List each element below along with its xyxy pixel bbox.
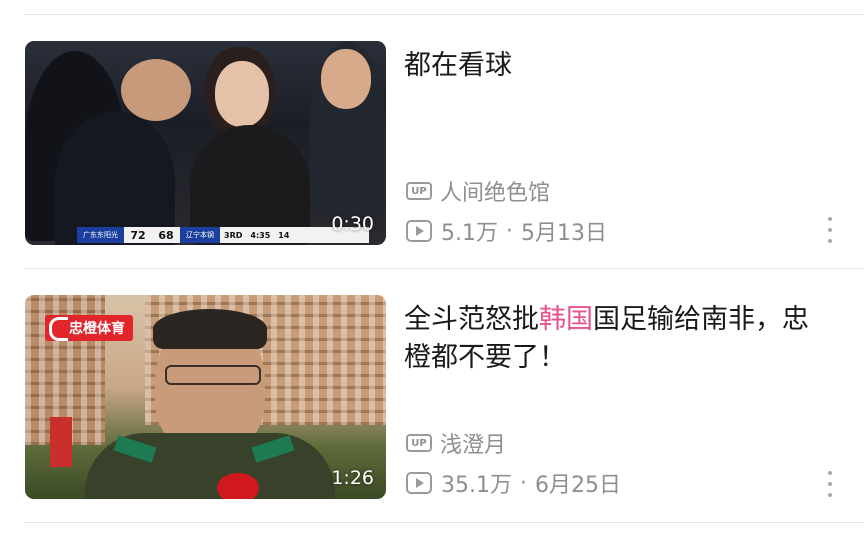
video-thumbnail[interactable]: 广东东阳光 72 68 辽宁本钢 3RD 4:35 14 0:30	[25, 41, 386, 245]
stats-row: 5.1万 · 5月13日	[406, 215, 607, 247]
video-title-highlight: 韩国	[539, 304, 593, 335]
video-thumbnail[interactable]: 忠橙体育 1:26	[25, 295, 386, 499]
shot-clock: 14	[278, 230, 290, 240]
video-title[interactable]: 都在看球	[404, 47, 824, 85]
publish-date: 5月13日	[521, 221, 607, 246]
divider	[25, 14, 864, 15]
divider	[25, 268, 864, 269]
team-a-label: 广东东阳光	[77, 227, 124, 243]
glasses-icon	[165, 365, 261, 385]
video-card[interactable]: 忠橙体育 1:26 全斗范怒批韩国国足输给南非，忠橙都不要了！ UP 浅澄月 3…	[0, 295, 864, 505]
separator: ·	[506, 218, 513, 244]
play-count-icon	[406, 472, 432, 494]
more-vertical-icon[interactable]	[824, 471, 836, 497]
video-card[interactable]: 广东东阳光 72 68 辽宁本钢 3RD 4:35 14 0:30 都在看球 U…	[0, 41, 864, 251]
play-count-icon	[406, 220, 432, 242]
publish-date: 6月25日	[535, 473, 621, 498]
officer-hair	[153, 309, 267, 349]
logo-mark-icon	[49, 317, 68, 341]
up-badge-icon: UP	[406, 182, 432, 200]
score-bar: 广东东阳光 72 68 辽宁本钢 3RD 4:35 14	[77, 227, 369, 243]
more-vertical-icon[interactable]	[824, 217, 836, 243]
team-a-score: 72	[130, 228, 146, 242]
video-title-text: 都在看球	[404, 50, 512, 81]
red-sign	[50, 417, 72, 467]
channel-logo: 忠橙体育	[45, 315, 133, 341]
divider	[25, 522, 864, 523]
video-duration: 1:26	[331, 467, 374, 489]
uploader-row[interactable]: UP 浅澄月	[406, 427, 506, 459]
video-title[interactable]: 全斗范怒批韩国国足输给南非，忠橙都不要了！	[404, 301, 824, 377]
video-duration: 0:30	[331, 213, 374, 235]
uploader-row[interactable]: UP 人间绝色馆	[406, 175, 550, 207]
crowd-figure	[121, 59, 191, 121]
game-clock: 4:35	[250, 230, 271, 240]
view-count: 5.1万	[441, 221, 498, 246]
channel-logo-text: 忠橙体育	[69, 321, 125, 337]
view-count: 35.1万	[441, 473, 512, 498]
video-title-part: 全斗范怒批	[404, 304, 539, 335]
microphone-icon	[217, 473, 259, 499]
team-b-label: 辽宁本钢	[180, 227, 220, 243]
video-feed: 广东东阳光 72 68 辽宁本钢 3RD 4:35 14 0:30 都在看球 U…	[0, 0, 864, 535]
team-b-score: 68	[158, 228, 174, 242]
crowd-figure	[321, 49, 371, 109]
quarter-label: 3RD	[224, 230, 243, 240]
crowd-figure	[215, 61, 269, 127]
uploader-name: 浅澄月	[440, 433, 507, 458]
stats-row: 35.1万 · 6月25日	[406, 467, 621, 499]
crowd-figure	[55, 111, 175, 245]
uploader-name: 人间绝色馆	[440, 181, 551, 206]
separator: ·	[520, 470, 527, 496]
up-badge-icon: UP	[406, 434, 432, 452]
